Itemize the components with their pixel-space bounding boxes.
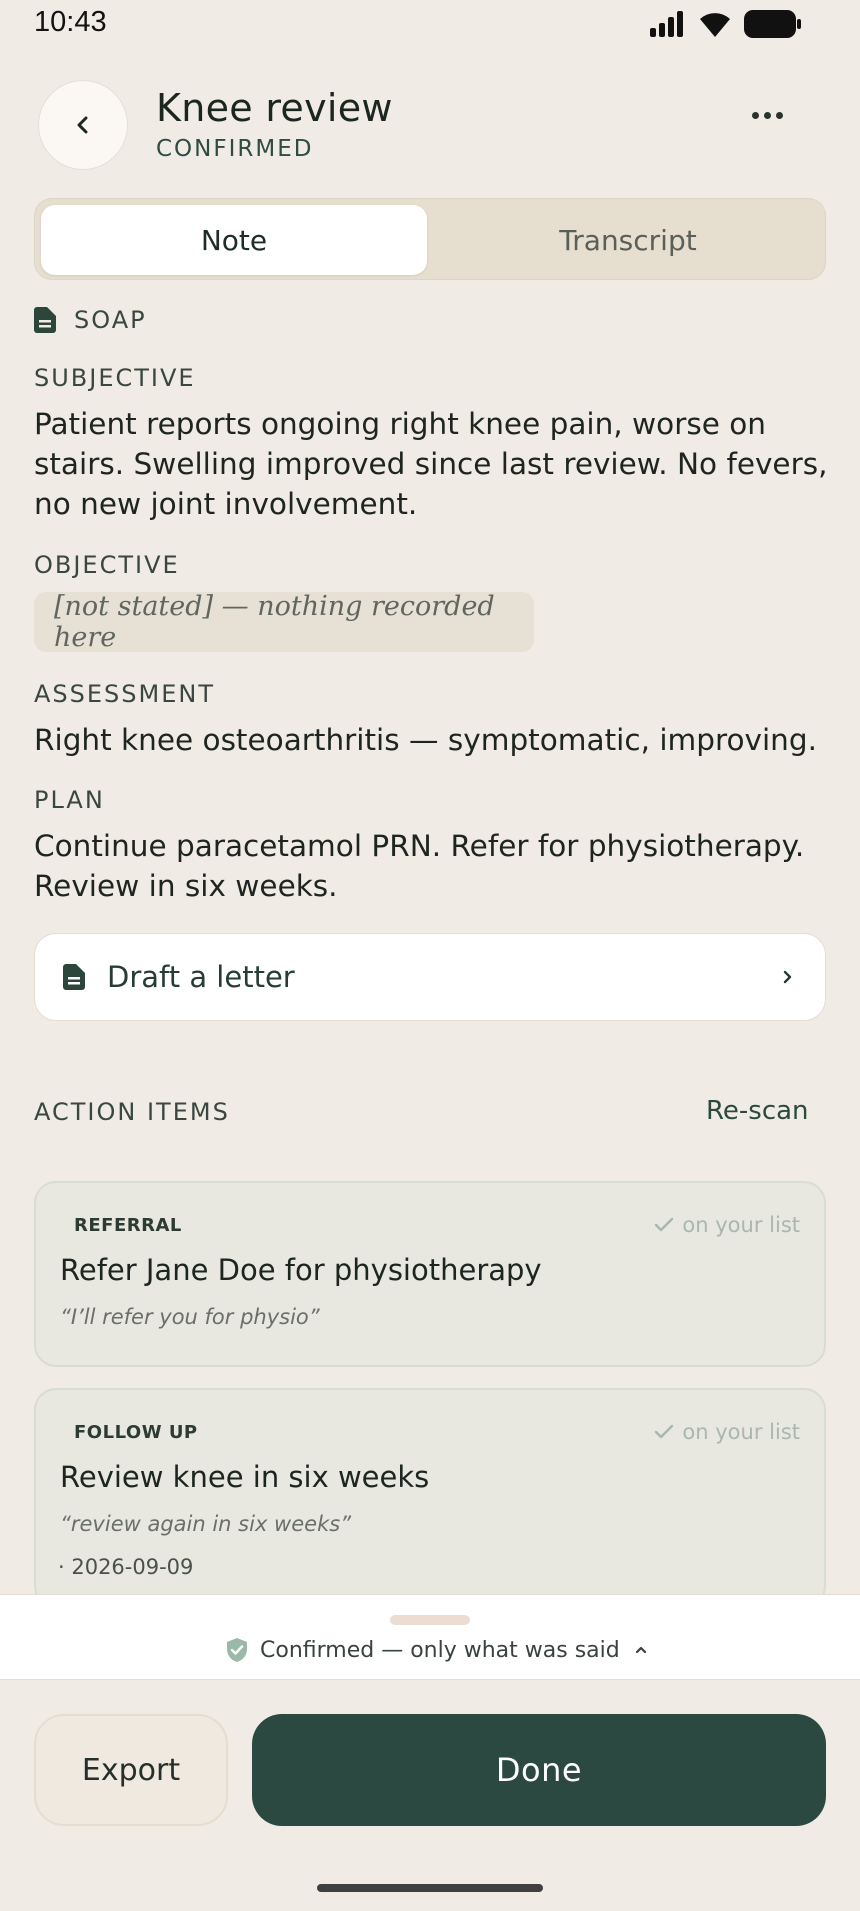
status-time: 10:43 xyxy=(34,6,107,38)
check-icon xyxy=(655,1217,674,1232)
rescan-button[interactable]: Re-scan xyxy=(706,1096,809,1126)
action-item-tag: FOLLOW UP xyxy=(74,1422,198,1443)
action-item-card[interactable]: REFERRAL on your list Refer Jane Doe for… xyxy=(34,1181,826,1367)
subjective-label: SUBJECTIVE xyxy=(34,364,196,392)
page-title: Knee review xyxy=(156,86,393,130)
action-item-tag: REFERRAL xyxy=(74,1215,182,1236)
chevron-right-icon xyxy=(783,970,792,984)
document-icon xyxy=(63,964,85,990)
sheet-drag-handle[interactable] xyxy=(390,1615,470,1625)
action-item-title: Refer Jane Doe for physiotherapy xyxy=(60,1253,542,1287)
chevron-left-icon xyxy=(77,116,88,134)
tab-bar: Note Transcript xyxy=(34,198,826,280)
check-icon xyxy=(655,1424,674,1439)
note-format-row: SOAP xyxy=(34,306,147,334)
action-items-title: ACTION ITEMS xyxy=(34,1098,230,1126)
action-item-card[interactable]: FOLLOW UP on your list Review knee in si… xyxy=(34,1388,826,1608)
export-button[interactable]: Export xyxy=(34,1714,228,1826)
more-icon-dot xyxy=(776,112,783,119)
assessment-label: ASSESSMENT xyxy=(34,680,216,708)
more-icon-dot xyxy=(764,112,771,119)
chevron-up-icon xyxy=(635,1646,646,1654)
action-item-quote: “review again in six weeks” xyxy=(60,1512,352,1536)
confirmation-row: Confirmed — only what was said xyxy=(226,1637,650,1663)
more-options-button[interactable] xyxy=(752,112,783,119)
plan-label: PLAN xyxy=(34,786,105,814)
objective-label: OBJECTIVE xyxy=(34,551,180,579)
more-icon-dot xyxy=(752,112,759,119)
action-item-title: Review knee in six weeks xyxy=(60,1460,430,1494)
on-list-status: on your list xyxy=(654,1420,800,1444)
plan-text: Continue paracetamol PRN. Refer for phys… xyxy=(34,829,805,903)
tab-transcript[interactable]: Transcript xyxy=(435,205,821,275)
status-label: CONFIRMED xyxy=(156,136,314,162)
assessment-text: Right knee osteoarthritis — symptomatic,… xyxy=(34,723,817,757)
on-list-label: on your list xyxy=(682,1420,800,1444)
action-item-date: · 2026-09-09 xyxy=(58,1555,194,1579)
battery-icon xyxy=(744,10,801,38)
on-list-status: on your list xyxy=(654,1213,800,1237)
action-item-quote: “I’ll refer you for physio” xyxy=(60,1305,320,1329)
confirmation-sheet[interactable]: Confirmed — only what was said xyxy=(0,1594,860,1680)
subjective-text: Patient reports ongoing right knee pain,… xyxy=(34,407,828,521)
document-icon xyxy=(34,307,56,333)
done-button[interactable]: Done xyxy=(252,1714,826,1826)
draft-letter-button[interactable]: Draft a letter xyxy=(34,933,826,1021)
on-list-label: on your list xyxy=(682,1213,800,1237)
objective-not-stated: [not stated] — nothing recorded here xyxy=(34,591,534,653)
signal-icon xyxy=(650,11,683,37)
back-button[interactable] xyxy=(38,80,128,170)
confirmation-text: Confirmed — only what was said xyxy=(260,1637,620,1663)
shield-check-icon xyxy=(227,1638,247,1662)
tab-note[interactable]: Note xyxy=(41,205,427,275)
home-indicator xyxy=(317,1884,543,1892)
note-format-label: SOAP xyxy=(74,306,147,334)
status-icons xyxy=(650,10,802,38)
draft-letter-label: Draft a letter xyxy=(107,960,295,994)
wifi-icon xyxy=(700,13,730,37)
